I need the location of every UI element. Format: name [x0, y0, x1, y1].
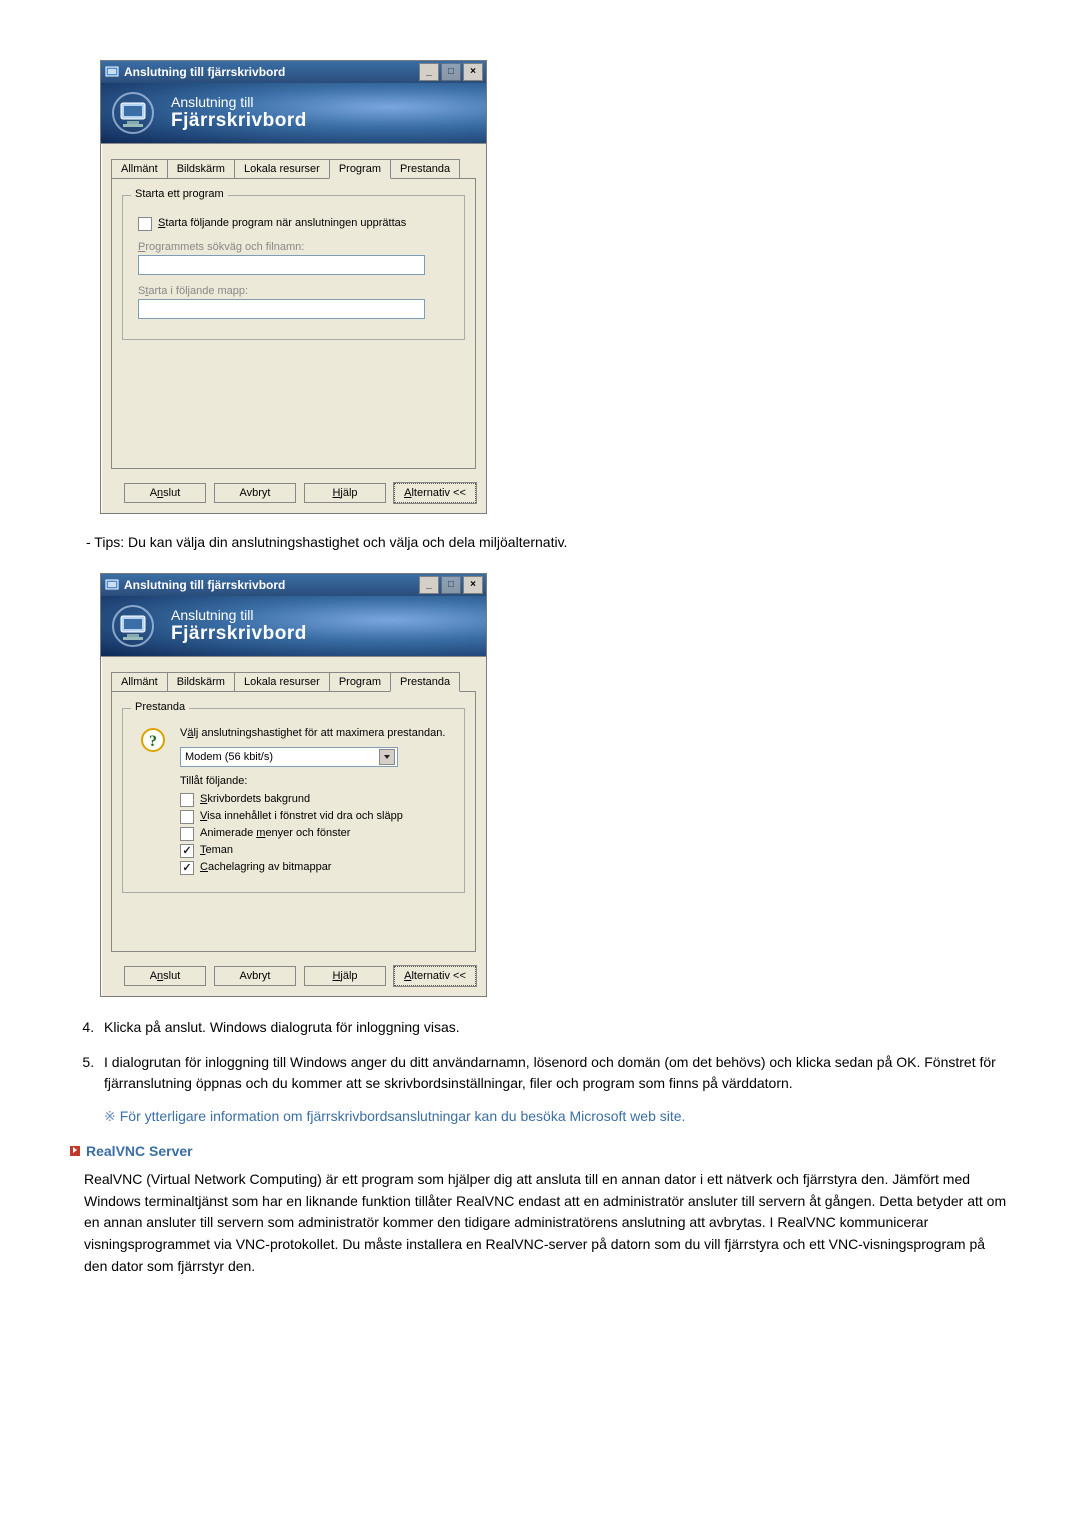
tab-lokala-resurser[interactable]: Lokala resurser [234, 672, 330, 691]
cancel-button[interactable]: Avbryt [214, 483, 296, 503]
tabs: Allmänt Bildskärm Lokala resurser Progra… [101, 144, 486, 178]
checkbox-icon[interactable] [138, 217, 152, 231]
step-5: I dialogrutan för inloggning till Window… [98, 1052, 1010, 1094]
checkbox-icon[interactable] [180, 793, 194, 807]
connect-button[interactable]: Anslut [124, 966, 206, 986]
banner-computer-icon [109, 89, 157, 137]
section-header-text: RealVNC Server [86, 1143, 193, 1159]
rdp-dialog-prestanda: Anslutning till fjärrskrivbord _ □ × Ans… [100, 573, 487, 997]
close-button[interactable]: × [463, 576, 483, 594]
titlebar[interactable]: Anslutning till fjärrskrivbord _ □ × [101, 61, 486, 83]
chk-themes[interactable]: Teman [180, 844, 449, 858]
window-title: Anslutning till fjärrskrivbord [124, 578, 419, 592]
tab-allmant[interactable]: Allmänt [111, 672, 168, 691]
tab-program[interactable]: Program [329, 159, 391, 179]
checkbox-icon[interactable] [180, 810, 194, 824]
chevron-down-icon[interactable] [379, 749, 395, 765]
help-button[interactable]: Hjälp [304, 483, 386, 503]
connection-speed-select[interactable]: Modem (56 kbit/s) [180, 747, 398, 767]
start-folder-input[interactable] [138, 299, 425, 319]
checkbox-icon[interactable] [180, 827, 194, 841]
info-notice: ※För ytterligare information om fjärrskr… [70, 1108, 1010, 1125]
checkbox-icon[interactable] [180, 861, 194, 875]
checkbox-label: Teman [200, 844, 233, 856]
help-button[interactable]: Hjälp [304, 966, 386, 986]
options-button[interactable]: Alternativ << [394, 483, 476, 503]
group-legend: Starta ett program [131, 188, 228, 200]
tip-text: - Tips: Du kan välja din anslutningshast… [70, 532, 1010, 553]
start-program-checkbox-row[interactable]: Starta följande program när anslutningen… [138, 217, 449, 231]
program-path-input[interactable] [138, 255, 425, 275]
checkbox-label: Cachelagring av bitmappar [200, 861, 331, 873]
checkbox-label: Animerade menyer och fönster [200, 827, 350, 839]
checkbox-icon[interactable] [180, 844, 194, 858]
chk-bitmap-cache[interactable]: Cachelagring av bitmappar [180, 861, 449, 875]
maximize-button[interactable]: □ [441, 576, 461, 594]
step-4: Klicka på anslut. Windows dialogruta för… [98, 1017, 1010, 1038]
minimize-button[interactable]: _ [419, 576, 439, 594]
banner-subtitle: Anslutning till [171, 607, 307, 623]
dialog-banner: Anslutning till Fjärrskrivbord [101, 596, 486, 657]
dialog-buttons: Anslut Avbryt Hjälp Alternativ << [101, 962, 486, 996]
tab-lokala-resurser[interactable]: Lokala resurser [234, 159, 330, 178]
banner-computer-icon [109, 602, 157, 650]
tab-prestanda[interactable]: Prestanda [390, 672, 460, 692]
connect-button[interactable]: Anslut [124, 483, 206, 503]
section-header: RealVNC Server [70, 1143, 1010, 1159]
tab-allmant[interactable]: Allmänt [111, 159, 168, 178]
titlebar[interactable]: Anslutning till fjärrskrivbord _ □ × [101, 574, 486, 596]
program-path-label: Programmets sökväg och filnamn: [138, 241, 449, 253]
banner-subtitle: Anslutning till [171, 94, 307, 110]
rdp-dialog-program: Anslutning till fjärrskrivbord _ □ × Ans… [100, 60, 487, 514]
help-icon: ? [138, 727, 168, 757]
play-bullet-icon [70, 1146, 80, 1156]
dialog-buttons: Anslut Avbryt Hjälp Alternativ << [101, 479, 486, 513]
tabs: Allmänt Bildskärm Lokala resurser Progra… [101, 657, 486, 691]
start-folder-label: Starta i följande mapp: [138, 285, 449, 297]
tab-program[interactable]: Program [329, 672, 391, 691]
chk-anim-menus[interactable]: Animerade menyer och fönster [180, 827, 449, 841]
rdp-icon [105, 65, 119, 79]
minimize-button[interactable]: _ [419, 63, 439, 81]
group-legend: Prestanda [131, 701, 189, 713]
chk-drag-content[interactable]: Visa innehållet i fönstret vid dra och s… [180, 810, 449, 824]
checkbox-label: Skrivbordets bakgrund [200, 793, 310, 805]
banner-title: Fjärrskrivbord [171, 623, 307, 645]
prestanda-group: Prestanda ? Välj anslutningshastighet fö… [122, 708, 465, 893]
window-title: Anslutning till fjärrskrivbord [124, 65, 419, 79]
instruction-steps: Klicka på anslut. Windows dialogruta för… [70, 1017, 1010, 1094]
notice-text: För ytterligare information om fjärrskri… [120, 1108, 686, 1124]
dialog-banner: Anslutning till Fjärrskrivbord [101, 83, 486, 144]
close-button[interactable]: × [463, 63, 483, 81]
checkbox-label: Starta följande program när anslutningen… [158, 217, 406, 229]
options-button[interactable]: Alternativ << [394, 966, 476, 986]
tab-panel-program: Starta ett program Starta följande progr… [111, 178, 476, 469]
realvnc-paragraph: RealVNC (Virtual Network Computing) är e… [70, 1169, 1010, 1277]
note-star-icon: ※ [104, 1108, 116, 1124]
allow-label: Tillåt följande: [180, 775, 449, 787]
chk-desktop-bg[interactable]: Skrivbordets bakgrund [180, 793, 449, 807]
tab-bildskarm[interactable]: Bildskärm [167, 672, 235, 691]
cancel-button[interactable]: Avbryt [214, 966, 296, 986]
perf-hint: Välj anslutningshastighet för att maxime… [180, 727, 449, 739]
start-program-group: Starta ett program Starta följande progr… [122, 195, 465, 340]
maximize-button[interactable]: □ [441, 63, 461, 81]
tab-bildskarm[interactable]: Bildskärm [167, 159, 235, 178]
select-value: Modem (56 kbit/s) [185, 751, 379, 763]
rdp-icon [105, 578, 119, 592]
banner-title: Fjärrskrivbord [171, 110, 307, 132]
tab-prestanda[interactable]: Prestanda [390, 159, 460, 178]
svg-text:?: ? [149, 733, 157, 750]
tab-panel-prestanda: Prestanda ? Välj anslutningshastighet fö… [111, 691, 476, 952]
checkbox-label: Visa innehållet i fönstret vid dra och s… [200, 810, 403, 822]
